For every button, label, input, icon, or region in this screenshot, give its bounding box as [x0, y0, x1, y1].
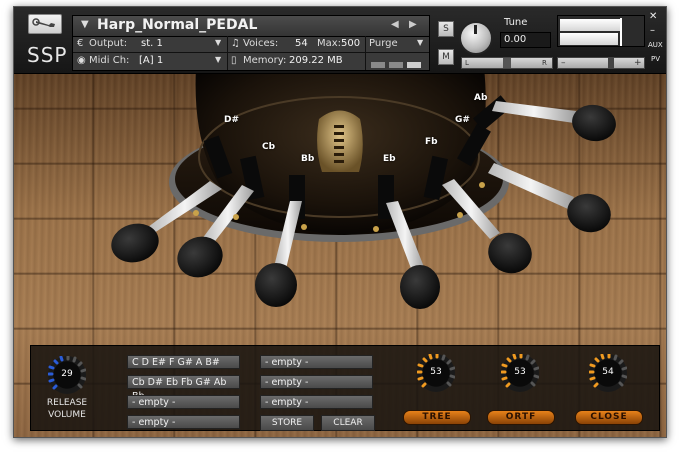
instrument-info-panel: ▼ Harp_Normal_PEDAL ◀ ▶ € Output: st. 1 …	[72, 15, 430, 71]
instrument-window: D# Cb Bb Eb Fb G# Ab SSP ▼ Harp_Normal_P…	[13, 6, 667, 438]
disk-meter-segment	[407, 62, 421, 68]
solo-button[interactable]: S	[438, 21, 454, 37]
instrument-header: SSP ▼ Harp_Normal_PEDAL ◀ ▶ € Output: st…	[14, 7, 666, 74]
tune-value[interactable]: 0.00	[500, 32, 551, 48]
instrument-menu-icon[interactable]: ▼	[81, 19, 89, 30]
midi-dropdown-icon[interactable]: ▼	[215, 55, 221, 64]
output-label: Output:	[89, 38, 128, 49]
tree-mic-value: 53	[430, 367, 442, 377]
clear-button[interactable]: CLEAR	[321, 415, 375, 431]
level-bar-left	[560, 19, 620, 31]
max-voices-value[interactable]: 500	[341, 38, 360, 49]
purge-dropdown-icon[interactable]: ▼	[417, 38, 423, 47]
bottom-control-panel: 29 RELEASE VOLUME C D E# F G# A B# Cb D#…	[30, 345, 660, 431]
prev-instrument-icon[interactable]: ◀	[391, 19, 399, 30]
minimize-icon[interactable]: –	[650, 25, 655, 36]
note-label-e: Eb	[383, 154, 396, 164]
pedal-g[interactable]	[488, 163, 615, 237]
close-mic-button[interactable]: CLOSE	[575, 410, 643, 425]
ortf-mic-button[interactable]: ORTF	[487, 410, 555, 425]
tune-label: Tune	[504, 17, 528, 28]
preset-slot-2[interactable]: Cb D# Eb Fb G# Ab Bb	[127, 375, 240, 402]
ortf-mic-knob[interactable]: 53	[500, 352, 540, 392]
aux-button[interactable]: AUX	[648, 41, 663, 49]
note-label-b: Bb	[301, 154, 315, 164]
close-mic-knob[interactable]: 54	[588, 352, 628, 392]
volume-handle[interactable]	[608, 58, 614, 68]
note-label-c: Cb	[262, 142, 276, 152]
cpu-meter-segment	[389, 62, 403, 68]
voices-label: Voices:	[243, 38, 279, 49]
release-label: RELEASE	[46, 398, 88, 408]
preset-slot-7[interactable]: - empty -	[260, 395, 373, 409]
mute-button[interactable]: M	[438, 49, 454, 65]
preset-slot-1[interactable]: C D E# F G# A B#	[127, 355, 240, 369]
instrument-name[interactable]: Harp_Normal_PEDAL	[97, 17, 257, 33]
memory-label: Memory:	[243, 55, 287, 66]
store-button[interactable]: STORE	[260, 415, 314, 431]
purge-button[interactable]: Purge	[369, 38, 398, 49]
output-dropdown-icon[interactable]: ▼	[215, 38, 221, 47]
release-volume-knob[interactable]: 29	[47, 354, 87, 394]
memory-value: 209.22 MB	[289, 55, 343, 66]
preset-slot-4[interactable]: - empty -	[127, 415, 240, 429]
output-value[interactable]: st. 1	[141, 38, 163, 49]
midi-channel-value[interactable]: [A] 1	[139, 55, 163, 66]
voices-icon: ♫	[231, 38, 240, 49]
volume-plus-label: +	[634, 58, 642, 68]
instrument-title-row: ▼ Harp_Normal_PEDAL ◀ ▶	[73, 16, 429, 37]
close-mic-value: 54	[602, 367, 614, 377]
note-label-a: Ab	[474, 93, 488, 103]
release-volume-value: 29	[61, 369, 73, 379]
pan-right-label: R	[542, 59, 547, 67]
midi-icon: ◉	[77, 55, 86, 66]
memory-icon: ▯	[231, 55, 237, 66]
close-icon[interactable]: ✕	[649, 11, 657, 22]
pv-button[interactable]: PV	[651, 55, 660, 63]
output-level-meter	[557, 15, 645, 47]
next-instrument-icon[interactable]: ▶	[409, 19, 417, 30]
pan-slider[interactable]: L R	[461, 57, 553, 69]
level-bar-right	[560, 33, 618, 45]
pedal-a[interactable]	[492, 101, 619, 145]
wrench-settings-button[interactable]	[28, 14, 62, 34]
brand-logo: SSP	[27, 43, 68, 67]
note-label-g: G#	[455, 115, 470, 125]
voices-value: 54	[295, 38, 308, 49]
pan-handle[interactable]	[503, 58, 511, 68]
midi-channel-label: Midi Ch:	[89, 55, 130, 66]
volume-minus-label: –	[561, 58, 566, 68]
volume-slider[interactable]: – +	[557, 57, 645, 69]
output-icon: €	[77, 38, 84, 49]
note-label-f: Fb	[425, 137, 438, 147]
tree-mic-button[interactable]: TREE	[403, 410, 471, 425]
preset-slot-6[interactable]: - empty -	[260, 375, 373, 389]
wrench-icon	[32, 18, 55, 27]
tune-knob[interactable]	[459, 21, 493, 55]
note-label-d: D#	[224, 115, 240, 125]
preset-slot-3[interactable]: - empty -	[127, 395, 240, 409]
tree-mic-knob[interactable]: 53	[416, 352, 456, 392]
ortf-mic-value: 53	[514, 367, 526, 377]
volume-label: VOLUME	[48, 410, 86, 420]
pan-left-label: L	[465, 59, 469, 67]
cpu-meter-segment	[371, 62, 385, 68]
preset-slot-5[interactable]: - empty -	[260, 355, 373, 369]
max-label: Max:	[317, 38, 342, 49]
